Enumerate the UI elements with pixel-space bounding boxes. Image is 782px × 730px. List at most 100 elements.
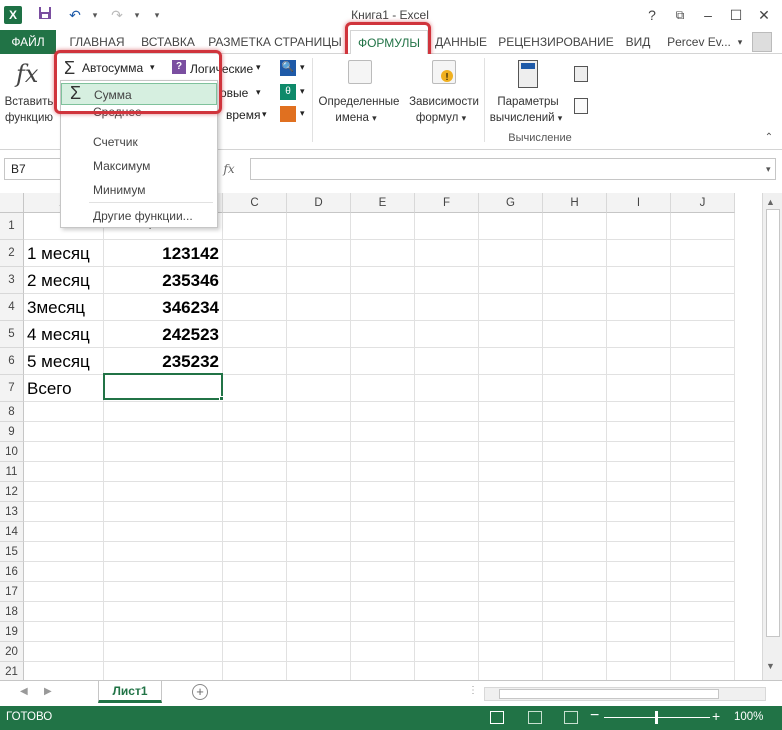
cell-e20[interactable] xyxy=(351,642,415,662)
cell-i11[interactable] xyxy=(607,462,671,482)
cell-h13[interactable] xyxy=(543,502,607,522)
zoom-out-button[interactable]: − xyxy=(590,707,599,725)
cell-f20[interactable] xyxy=(415,642,479,662)
cell-a6[interactable]: 5 месяц xyxy=(24,348,104,375)
cell-c6[interactable] xyxy=(223,348,287,375)
cell-b11[interactable] xyxy=(104,462,223,482)
cell-j10[interactable] xyxy=(671,442,735,462)
formula-auditing-button[interactable]: ! Зависимости формул ▾ xyxy=(404,56,484,130)
cell-a9[interactable] xyxy=(24,422,104,442)
cell-e14[interactable] xyxy=(351,522,415,542)
cell-i17[interactable] xyxy=(607,582,671,602)
cell-j12[interactable] xyxy=(671,482,735,502)
cell-f5[interactable] xyxy=(415,321,479,348)
cell-f16[interactable] xyxy=(415,562,479,582)
cell-g1[interactable] xyxy=(479,213,543,240)
cell-j18[interactable] xyxy=(671,602,735,622)
column-header-h[interactable]: H xyxy=(543,193,607,213)
customize-qat-icon[interactable]: ▾ xyxy=(146,5,168,25)
cell-c3[interactable] xyxy=(223,267,287,294)
cell-a17[interactable] xyxy=(24,582,104,602)
cell-e9[interactable] xyxy=(351,422,415,442)
save-icon[interactable] xyxy=(34,5,56,25)
cell-a19[interactable] xyxy=(24,622,104,642)
cell-f8[interactable] xyxy=(415,402,479,422)
cell-h1[interactable] xyxy=(543,213,607,240)
cell-f15[interactable] xyxy=(415,542,479,562)
cell-j17[interactable] xyxy=(671,582,735,602)
cell-c12[interactable] xyxy=(223,482,287,502)
cell-e21[interactable] xyxy=(351,662,415,680)
cell-g21[interactable] xyxy=(479,662,543,680)
column-header-e[interactable]: E xyxy=(351,193,415,213)
collapse-ribbon-icon[interactable]: ⌃ xyxy=(762,132,776,146)
cell-f6[interactable] xyxy=(415,348,479,375)
cell-g2[interactable] xyxy=(479,240,543,267)
cell-g9[interactable] xyxy=(479,422,543,442)
cell-b5[interactable]: 242523 xyxy=(104,321,223,348)
add-sheet-icon[interactable]: + xyxy=(192,684,208,700)
close-button[interactable]: ✕ xyxy=(752,4,776,26)
cell-g5[interactable] xyxy=(479,321,543,348)
cell-i12[interactable] xyxy=(607,482,671,502)
cell-g6[interactable] xyxy=(479,348,543,375)
column-header-i[interactable]: I xyxy=(607,193,671,213)
cell-b4[interactable]: 346234 xyxy=(104,294,223,321)
cell-j20[interactable] xyxy=(671,642,735,662)
cell-d19[interactable] xyxy=(287,622,351,642)
cell-i21[interactable] xyxy=(607,662,671,680)
cell-d20[interactable] xyxy=(287,642,351,662)
cell-b13[interactable] xyxy=(104,502,223,522)
cell-h16[interactable] xyxy=(543,562,607,582)
cell-f4[interactable] xyxy=(415,294,479,321)
cell-g16[interactable] xyxy=(479,562,543,582)
zoom-in-button[interactable]: + xyxy=(712,708,720,724)
cell-i7[interactable] xyxy=(607,375,671,402)
cell-h18[interactable] xyxy=(543,602,607,622)
cell-i9[interactable] xyxy=(607,422,671,442)
expand-formula-icon[interactable]: ▾ xyxy=(766,164,771,175)
cell-d3[interactable] xyxy=(287,267,351,294)
cell-c7[interactable] xyxy=(223,375,287,402)
row-header-20[interactable]: 20 xyxy=(0,642,24,662)
cell-i3[interactable] xyxy=(607,267,671,294)
cell-h20[interactable] xyxy=(543,642,607,662)
cell-c1[interactable] xyxy=(223,213,287,240)
cell-h3[interactable] xyxy=(543,267,607,294)
ribbon-display-button[interactable]: ⧉ xyxy=(668,4,692,26)
cell-c21[interactable] xyxy=(223,662,287,680)
cell-a14[interactable] xyxy=(24,522,104,542)
cell-g14[interactable] xyxy=(479,522,543,542)
fx-button[interactable]: fx xyxy=(214,158,244,180)
cell-d15[interactable] xyxy=(287,542,351,562)
cell-i14[interactable] xyxy=(607,522,671,542)
cell-a7[interactable]: Всего xyxy=(24,375,104,402)
avatar[interactable] xyxy=(752,32,772,52)
cell-a12[interactable] xyxy=(24,482,104,502)
cell-f17[interactable] xyxy=(415,582,479,602)
cell-c17[interactable] xyxy=(223,582,287,602)
cell-b8[interactable] xyxy=(104,402,223,422)
cell-b15[interactable] xyxy=(104,542,223,562)
cell-c18[interactable] xyxy=(223,602,287,622)
cell-c11[interactable] xyxy=(223,462,287,482)
cell-g10[interactable] xyxy=(479,442,543,462)
vertical-scrollbar[interactable]: ▲ ▼ xyxy=(762,193,782,680)
cell-h10[interactable] xyxy=(543,442,607,462)
row-header-12[interactable]: 12 xyxy=(0,482,24,502)
cell-j6[interactable] xyxy=(671,348,735,375)
cell-d1[interactable] xyxy=(287,213,351,240)
row-header-15[interactable]: 15 xyxy=(0,542,24,562)
cell-f1[interactable] xyxy=(415,213,479,240)
cell-c16[interactable] xyxy=(223,562,287,582)
math-trig-button[interactable]: θ ▾ xyxy=(278,84,314,102)
cell-j1[interactable] xyxy=(671,213,735,240)
cell-b16[interactable] xyxy=(104,562,223,582)
cell-a3[interactable]: 2 месяц xyxy=(24,267,104,294)
cell-d12[interactable] xyxy=(287,482,351,502)
insert-function-button[interactable]: fx Вставить функцию xyxy=(0,54,58,134)
cell-j5[interactable] xyxy=(671,321,735,348)
column-header-d[interactable]: D xyxy=(287,193,351,213)
row-header-2[interactable]: 2 xyxy=(0,240,24,267)
fill-handle[interactable] xyxy=(219,396,224,401)
